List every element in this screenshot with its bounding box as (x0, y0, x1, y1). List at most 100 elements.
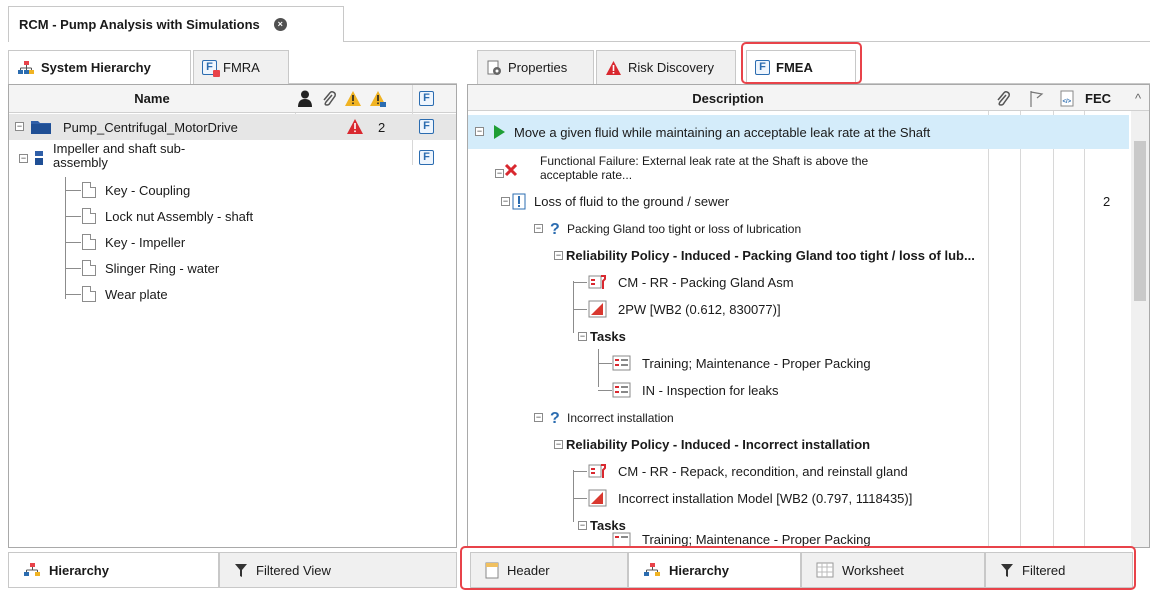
tree-row-lock-nut[interactable]: Lock nut Assembly - shaft (9, 203, 456, 229)
vertical-scrollbar[interactable] (1131, 111, 1149, 547)
fmea-header: Description </> FEC ^ (468, 85, 1149, 111)
tab-risk-discovery[interactable]: Risk Discovery (596, 50, 736, 84)
task-icon (612, 382, 631, 398)
hierarchy-icon (24, 563, 40, 576)
collapse-icon[interactable]: − (554, 440, 563, 449)
warning-icon (606, 60, 621, 75)
paperclip-icon[interactable] (321, 90, 337, 108)
task-icon (612, 355, 631, 371)
fmra-icon: F (202, 60, 220, 77)
flag-icon[interactable] (1028, 90, 1044, 108)
component-icon (82, 260, 96, 276)
tree-row-impeller[interactable]: − Impeller and shaft sub- assembly F (9, 140, 456, 176)
fmea-row-label: Reliability Policy - Induced - Packing G… (566, 248, 975, 263)
fmea-row-label: Incorrect installation (567, 410, 674, 425)
question-icon: ? (550, 410, 560, 426)
fec-value: 2 (1103, 194, 1111, 209)
filter-icon (235, 563, 247, 577)
fmea-row-label: Packing Gland too tight or loss of lubri… (567, 221, 802, 236)
fmea-row-effect[interactable]: − Loss of fluid to the ground / sewer 2 (468, 188, 1129, 215)
tree-connector (573, 282, 587, 283)
fmea-row-label: Incorrect installation Model [WB2 (0.797… (618, 491, 913, 506)
name-column-header[interactable]: Name (9, 85, 295, 113)
component-icon (82, 182, 96, 198)
tree-row-key-coupling[interactable]: Key - Coupling (9, 177, 456, 203)
fmea-row-task[interactable]: IN - Inspection for leaks (468, 377, 1129, 404)
fmea-row-policy[interactable]: − Reliability Policy - Induced - Incorre… (468, 431, 1129, 458)
collapse-icon[interactable]: − (501, 197, 510, 206)
wrench-icon (588, 275, 606, 289)
folder-icon (31, 121, 51, 134)
document-tab[interactable]: RCM - Pump Analysis with Simulations × (8, 6, 344, 42)
hierarchy-panel: Name F − Pump_Centrifugal_MotorDrive 2 F… (8, 84, 457, 548)
collapse-icon[interactable]: − (534, 224, 543, 233)
fmea-row-policy[interactable]: − Reliability Policy - Induced - Packing… (468, 242, 1129, 269)
fmea-row-function[interactable]: − Move a given fluid while maintaining a… (468, 115, 1129, 149)
tree-node-label: Key - Impeller (105, 234, 186, 250)
paperclip-icon[interactable] (995, 90, 1011, 108)
fmea-row-model[interactable]: Incorrect installation Model [WB2 (0.797… (468, 485, 1129, 512)
tree-row-key-impeller[interactable]: Key - Impeller (9, 229, 456, 255)
tree-row-slinger-ring[interactable]: Slinger Ring - water (9, 255, 456, 281)
fmea-row-label: Reliability Policy - Induced - Incorrect… (566, 437, 871, 452)
model-icon (588, 489, 607, 507)
collapse-icon[interactable]: − (19, 154, 28, 163)
fmea-icon[interactable]: F (419, 119, 434, 134)
collapse-icon[interactable]: − (578, 332, 587, 341)
fmea-row-label: Training; Maintenance - Proper Packing (642, 532, 871, 547)
fmea-row-corrective-maintenance[interactable]: CM - RR - Packing Gland Asm (468, 269, 1129, 296)
tree-connector (65, 294, 81, 295)
fmea-row-label: CM - RR - Packing Gland Asm (618, 275, 794, 290)
collapse-icon[interactable]: − (578, 521, 587, 530)
scroll-up-icon[interactable]: ^ (1128, 85, 1148, 111)
tab-system-hierarchy[interactable]: System Hierarchy (8, 50, 191, 84)
warning-icon[interactable] (344, 90, 362, 108)
hierarchy-icon (18, 60, 34, 74)
tree-row-wear-plate[interactable]: Wear plate (9, 281, 456, 307)
tree-connector (573, 498, 587, 499)
bottom-tab-label: Filtered View (256, 562, 331, 578)
fmea-row-task[interactable]: Training; Maintenance - Proper Packing (468, 532, 1129, 547)
fmea-row-cause[interactable]: − ? Incorrect installation (468, 404, 1129, 431)
fmea-row-task[interactable]: Training; Maintenance - Proper Packing (468, 350, 1129, 377)
tree-connector (598, 363, 612, 364)
wrench-icon (588, 464, 606, 478)
fmea-row-cause[interactable]: − ? Packing Gland too tight or loss of l… (468, 215, 1129, 242)
scrollbar-thumb[interactable] (1134, 141, 1146, 301)
warning-icon[interactable] (369, 90, 387, 108)
tab-properties[interactable]: Properties (477, 50, 594, 84)
warning-count: 2 (378, 119, 386, 135)
close-icon[interactable]: × (273, 18, 287, 31)
tree-node-label: Impeller and shaft sub- assembly (53, 142, 185, 170)
fmea-row-model[interactable]: 2PW [WB2 (0.612, 830077)] (468, 296, 1129, 323)
code-icon[interactable]: </> (1060, 90, 1074, 108)
tree-row-root[interactable]: − Pump_Centrifugal_MotorDrive 2 F (9, 114, 456, 140)
properties-icon (487, 60, 501, 75)
bottom-tab-hierarchy[interactable]: Hierarchy (8, 552, 219, 588)
tab-fmra[interactable]: F FMRA (193, 50, 289, 84)
tab-properties-label: Properties (508, 60, 568, 75)
fmea-icon[interactable]: F (419, 150, 434, 165)
person-icon[interactable] (297, 90, 313, 108)
question-icon: ? (550, 221, 560, 237)
fmea-column-icon[interactable]: F (419, 91, 434, 106)
fmea-tab-highlight (741, 42, 862, 84)
tree-node-label: Wear plate (105, 286, 168, 302)
fmea-row-functional-failure[interactable]: − Functional Failure: External leak rate… (468, 151, 1129, 187)
collapse-icon[interactable]: − (554, 251, 563, 260)
fmea-row-label: IN - Inspection for leaks (642, 383, 779, 398)
collapse-icon[interactable]: − (15, 122, 24, 131)
collapse-icon[interactable]: − (534, 413, 543, 422)
fec-column-header[interactable]: FEC (1080, 85, 1116, 111)
tree-connector (65, 268, 81, 269)
tree-node-label: Slinger Ring - water (105, 260, 220, 276)
fmea-row-corrective-maintenance[interactable]: CM - RR - Repack, recondition, and reins… (468, 458, 1129, 485)
component-icon (82, 234, 96, 250)
fmea-row-tasks[interactable]: − Tasks (468, 323, 1129, 350)
collapse-icon[interactable]: − (475, 127, 484, 136)
description-column-header[interactable]: Description (468, 85, 988, 111)
tab-system-hierarchy-label: System Hierarchy (41, 60, 151, 75)
tree-node-label-line1: Impeller and shaft sub- (53, 141, 186, 156)
tree-connector (573, 471, 587, 472)
bottom-tab-filtered-view[interactable]: Filtered View (219, 552, 457, 588)
